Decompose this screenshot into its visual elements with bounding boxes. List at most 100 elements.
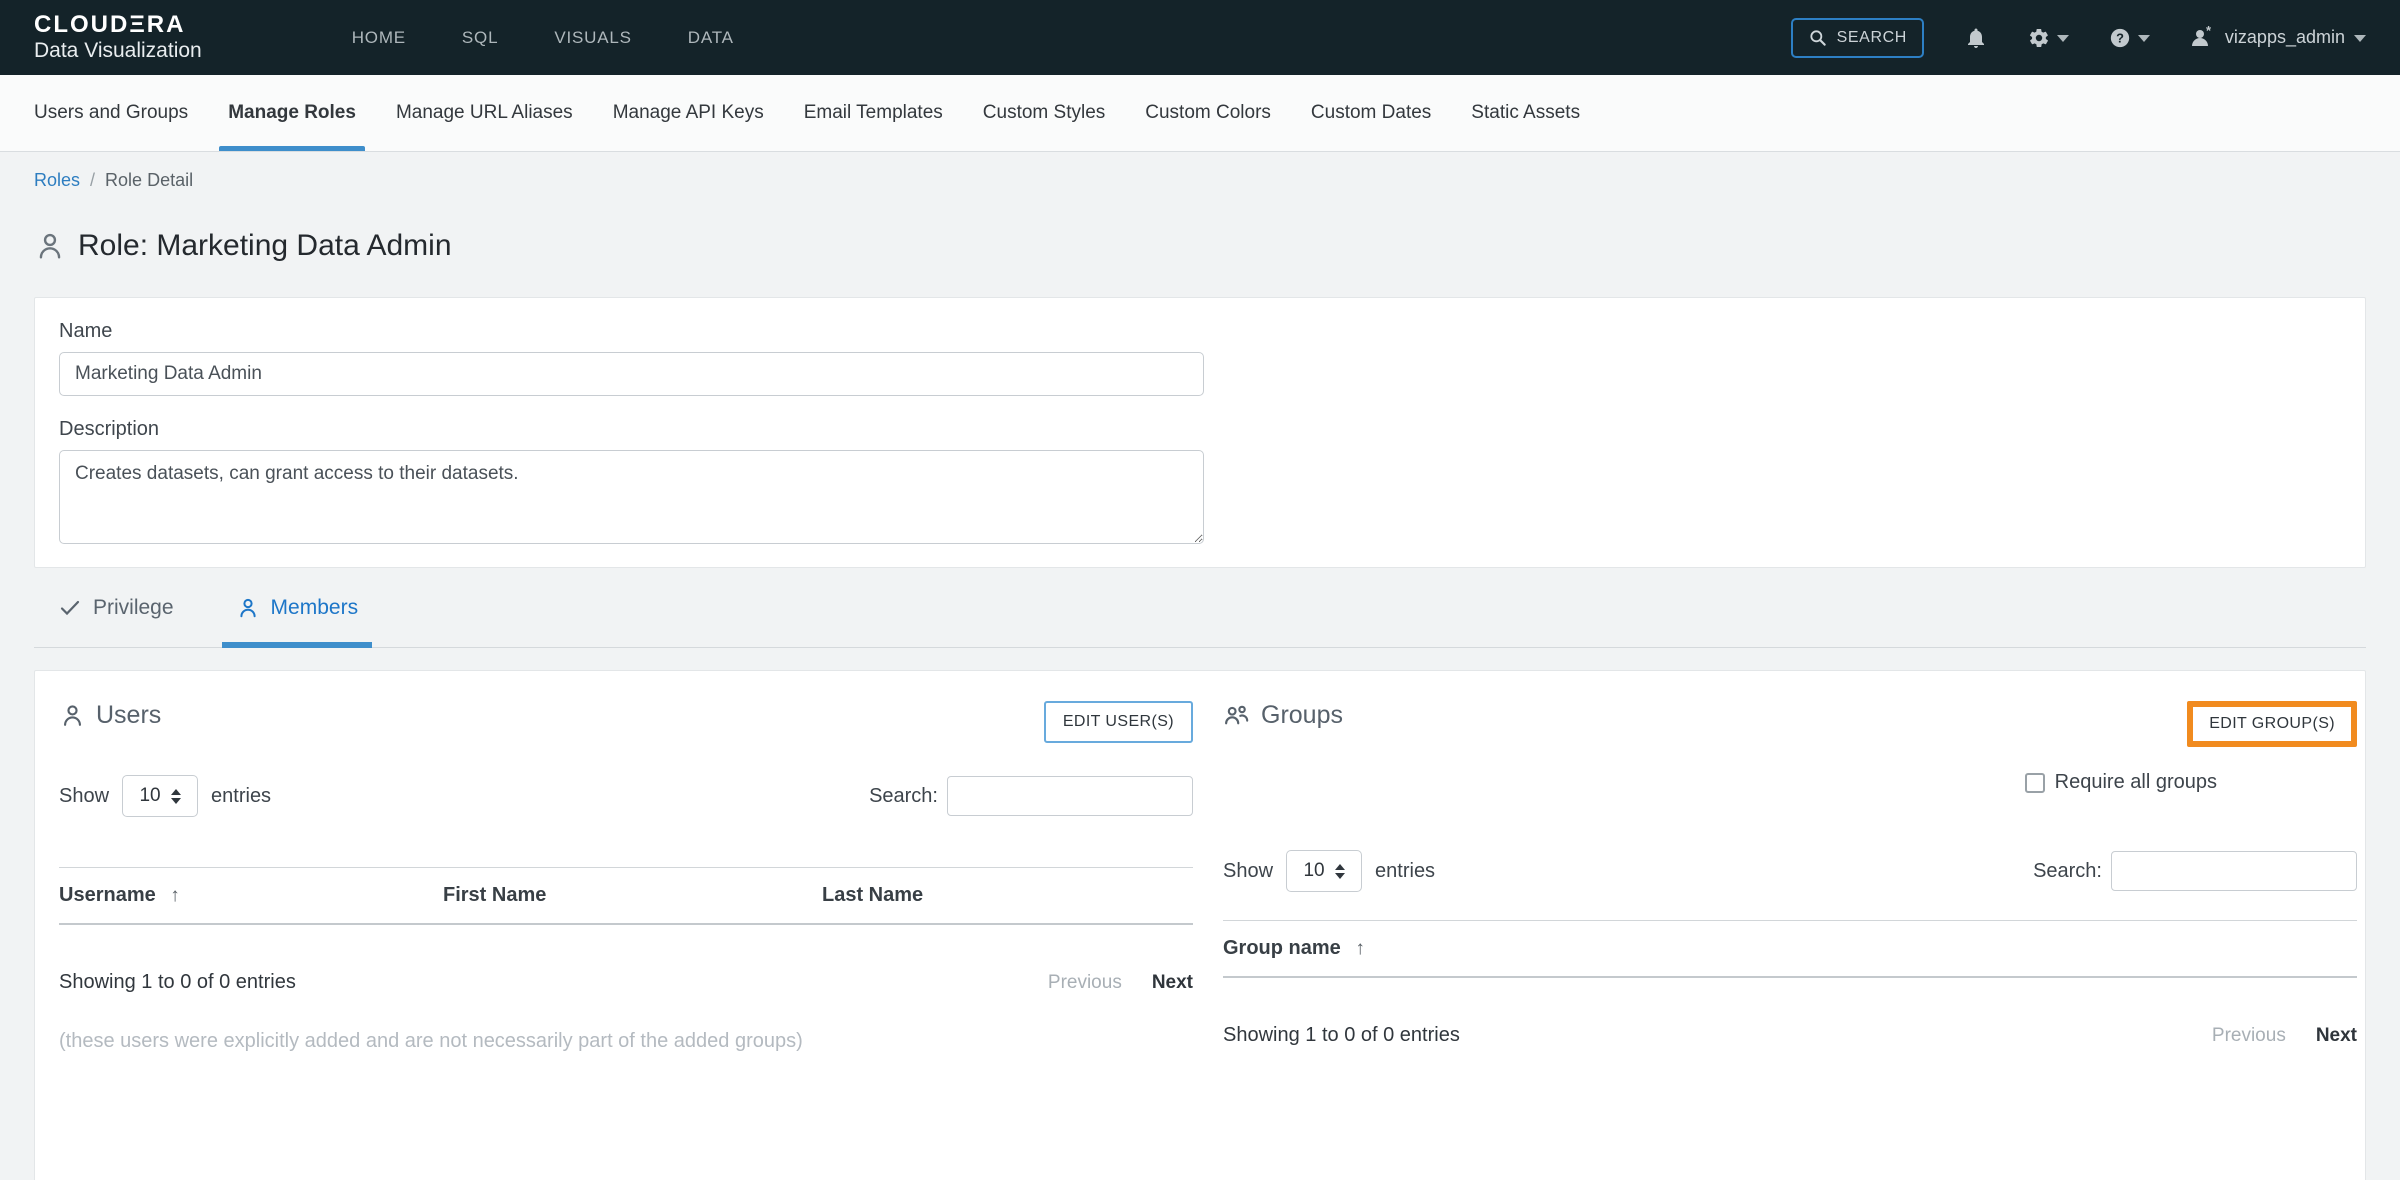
users-table: Username ↑ First Name Last Name: [59, 867, 1193, 925]
groups-next-button[interactable]: Next: [2316, 1025, 2357, 1047]
require-all-groups-checkbox[interactable]: [2025, 773, 2045, 793]
header-right: SEARCH ? * vizapps_admin: [1791, 18, 2366, 58]
tab-manage-url-aliases[interactable]: Manage URL Aliases: [396, 75, 573, 151]
users-page-size-select[interactable]: 10: [122, 775, 198, 817]
groups-table: Group name ↑: [1223, 920, 2357, 978]
users-previous-button[interactable]: Previous: [1048, 972, 1122, 994]
bell-icon: [1964, 26, 1988, 50]
edit-groups-button[interactable]: EDIT GROUP(S): [2187, 701, 2357, 747]
settings-menu-button[interactable]: [2028, 27, 2069, 49]
page-size-value: 10: [1303, 860, 1324, 882]
users-col-last-name[interactable]: Last Name: [822, 868, 1193, 925]
groups-showing-text: Showing 1 to 0 of 0 entries: [1223, 1024, 1460, 1047]
role-name-input[interactable]: [59, 352, 1204, 396]
tab-manage-roles[interactable]: Manage Roles: [228, 75, 356, 151]
users-next-button[interactable]: Next: [1152, 972, 1193, 994]
groups-col-group-name[interactable]: Group name ↑: [1223, 921, 2357, 978]
select-spinner-icon: [171, 789, 181, 804]
show-label: Show: [1223, 860, 1273, 883]
users-table-header-row: Username ↑ First Name Last Name: [59, 868, 1193, 925]
help-menu-button[interactable]: ?: [2109, 27, 2150, 49]
user-admin-icon: *: [2190, 26, 2216, 50]
users-search-input[interactable]: [947, 776, 1193, 816]
users-show-entries: Show 10 entries: [59, 775, 271, 817]
tab-privilege[interactable]: Privilege: [58, 568, 174, 647]
require-all-groups-label: Require all groups: [2055, 771, 2217, 794]
role-form-card: Name Description Creates datasets, can g…: [34, 297, 2366, 568]
username-header-label: Username: [59, 884, 156, 906]
tab-custom-dates[interactable]: Custom Dates: [1311, 75, 1431, 151]
tab-custom-colors[interactable]: Custom Colors: [1145, 75, 1271, 151]
users-col-username[interactable]: Username ↑: [59, 868, 443, 925]
groups-pager: Previous Next: [2212, 1025, 2357, 1047]
groups-paging-row: Showing 1 to 0 of 0 entries Previous Nex…: [1223, 1024, 2357, 1047]
logo-product: Data Visualization: [34, 39, 202, 63]
cloudera-logo[interactable]: CLOUDΞRA Data Visualization: [34, 12, 202, 62]
breadcrumb-current: Role Detail: [105, 170, 193, 191]
nav-visuals[interactable]: VISUALS: [554, 28, 631, 48]
chevron-down-icon: [2138, 35, 2150, 42]
breadcrumb-roles-link[interactable]: Roles: [34, 170, 80, 191]
users-note: (these users were explicitly added and a…: [59, 1030, 1193, 1053]
users-col-first-name[interactable]: First Name: [443, 868, 822, 925]
person-icon: [59, 702, 86, 729]
search-button[interactable]: SEARCH: [1791, 18, 1924, 58]
role-person-icon: [34, 230, 66, 262]
svg-text:*: *: [2206, 26, 2212, 38]
edit-users-button[interactable]: EDIT USER(S): [1044, 701, 1193, 743]
help-icon: ?: [2109, 27, 2131, 49]
groups-panel: Groups EDIT GROUP(S) Require all groups …: [1195, 671, 2365, 1047]
description-field-group: Description Creates datasets, can grant …: [59, 418, 2341, 549]
tab-static-assets[interactable]: Static Assets: [1471, 75, 1580, 151]
require-all-groups-row: Require all groups: [1223, 771, 2217, 794]
page-title-row: Role: Marketing Data Admin: [34, 229, 2366, 263]
nav-sql[interactable]: SQL: [462, 28, 498, 48]
tab-users-and-groups[interactable]: Users and Groups: [34, 75, 188, 151]
chevron-down-icon: [2354, 35, 2366, 42]
admin-tabbar: Users and Groups Manage Roles Manage URL…: [0, 75, 2400, 152]
users-controls-row: Show 10 entries Search:: [59, 775, 1193, 817]
tab-custom-styles[interactable]: Custom Styles: [983, 75, 1105, 151]
check-icon: [58, 596, 82, 620]
users-panel-head: Users EDIT USER(S): [59, 701, 1193, 743]
members-card: Users EDIT USER(S) Show 10 entries Searc…: [34, 670, 2366, 1180]
page-title: Role: Marketing Data Admin: [78, 229, 452, 263]
nav-data[interactable]: DATA: [688, 28, 734, 48]
entries-label: entries: [1375, 860, 1435, 883]
name-field-group: Name: [59, 320, 2341, 396]
username-label: vizapps_admin: [2225, 27, 2345, 48]
page-size-value: 10: [139, 785, 160, 807]
user-menu-button[interactable]: * vizapps_admin: [2190, 26, 2366, 50]
logo-brand: CLOUDΞRA: [34, 12, 202, 39]
sort-asc-icon: ↑: [1355, 938, 1365, 959]
name-label: Name: [59, 320, 2341, 343]
groups-search-label: Search:: [2033, 860, 2102, 883]
notifications-button[interactable]: [1964, 26, 1988, 50]
groups-search-input[interactable]: [2111, 851, 2357, 891]
groups-previous-button[interactable]: Previous: [2212, 1025, 2286, 1047]
search-button-label: SEARCH: [1837, 29, 1907, 47]
entries-label: entries: [211, 785, 271, 808]
tab-members[interactable]: Members: [236, 568, 359, 647]
users-paging-row: Showing 1 to 0 of 0 entries Previous Nex…: [59, 971, 1193, 994]
nav-home[interactable]: HOME: [352, 28, 406, 48]
users-search-box: Search:: [869, 776, 1193, 816]
groups-section-title: Groups: [1223, 701, 1343, 730]
tab-email-templates[interactable]: Email Templates: [804, 75, 943, 151]
role-detail-tabs: Privilege Members: [34, 568, 2366, 648]
breadcrumb-separator: /: [90, 170, 95, 191]
groups-show-entries: Show 10 entries: [1223, 850, 1435, 892]
users-search-label: Search:: [869, 785, 938, 808]
role-description-textarea[interactable]: Creates datasets, can grant access to th…: [59, 450, 1204, 544]
people-icon: [1223, 702, 1251, 729]
group-name-header-label: Group name: [1223, 937, 1341, 959]
users-panel: Users EDIT USER(S) Show 10 entries Searc…: [35, 671, 1195, 1053]
main-nav: HOME SQL VISUALS DATA: [352, 28, 734, 48]
select-spinner-icon: [1335, 864, 1345, 879]
person-icon: [236, 596, 260, 620]
groups-page-size-select[interactable]: 10: [1286, 850, 1362, 892]
tab-manage-api-keys[interactable]: Manage API Keys: [613, 75, 764, 151]
groups-controls-row: Show 10 entries Search:: [1223, 850, 2357, 892]
users-title-label: Users: [96, 701, 161, 730]
groups-title-label: Groups: [1261, 701, 1343, 730]
